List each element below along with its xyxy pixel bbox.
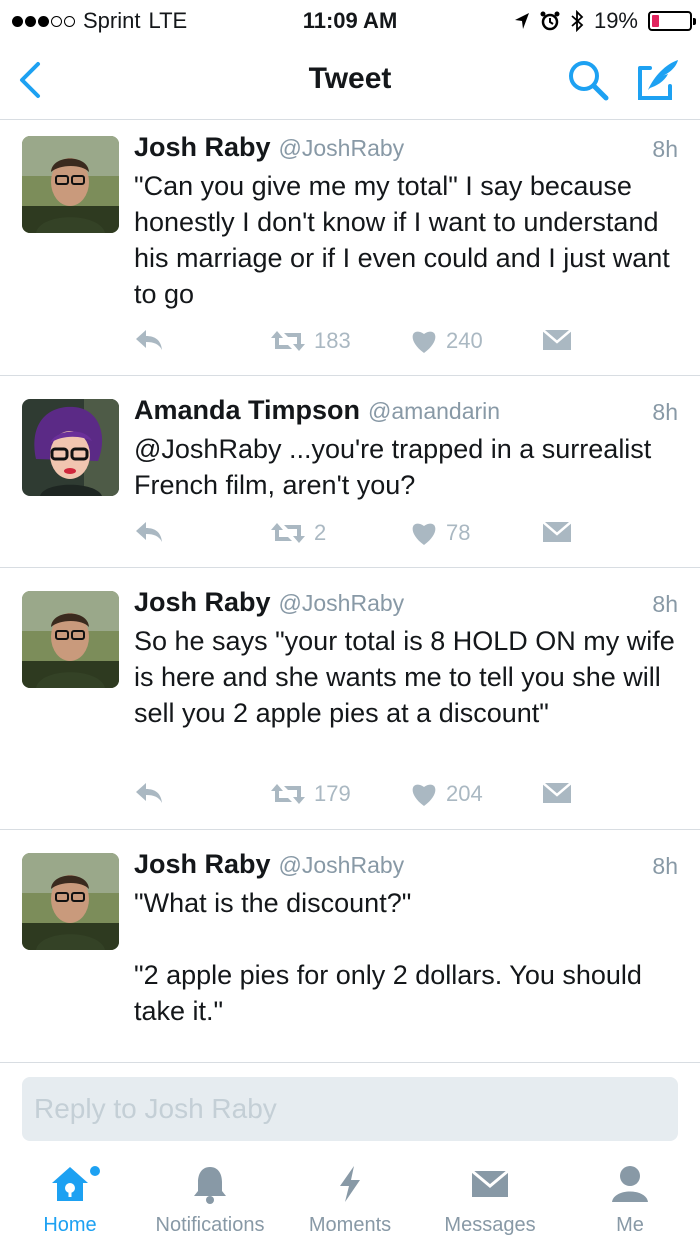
tweet-header: Josh Raby @JoshRaby 8h — [134, 587, 678, 623]
reply-input[interactable] — [22, 1077, 678, 1141]
location-icon — [514, 13, 529, 29]
avatar[interactable] — [22, 853, 119, 950]
tweet-header: Josh Raby @JoshRaby 8h — [134, 849, 678, 885]
new-content-dot — [90, 1166, 100, 1176]
author-name[interactable]: Josh Raby — [134, 132, 271, 162]
tweet-timestamp: 8h — [652, 399, 678, 425]
reply-icon — [136, 522, 162, 542]
author-name[interactable]: Josh Raby — [134, 587, 271, 617]
reply-button[interactable] — [134, 328, 164, 352]
tab-label: Moments — [308, 1214, 392, 1236]
like-count: 204 — [446, 781, 483, 806]
tweet-text: So he says "your total is 8 HOLD ON my w… — [134, 626, 683, 728]
tweet-text: "What is the discount?" "2 apple pies fo… — [134, 888, 642, 1026]
tab-bar: Home Notifications Moments Messages Me — [0, 1152, 700, 1245]
envelope-icon — [542, 521, 572, 542]
heart-icon — [412, 523, 436, 545]
tweet-timestamp: 8h — [652, 136, 678, 162]
envelope-icon — [471, 1169, 509, 1197]
author-name[interactable]: Josh Raby — [134, 849, 271, 879]
tab-label: Messages — [444, 1214, 536, 1236]
retweet-button[interactable]: 2 — [270, 520, 326, 546]
avatar[interactable] — [22, 591, 119, 688]
status-icons: 19% — [514, 8, 696, 34]
direct-message-button[interactable] — [542, 781, 572, 805]
tweet-text: "Can you give me my total" I say because… — [134, 171, 678, 309]
avatar-josh-image — [22, 853, 119, 950]
avatar[interactable] — [22, 136, 119, 233]
tab-notifications[interactable]: Notifications — [140, 1152, 280, 1245]
tab-messages[interactable]: Messages — [420, 1152, 560, 1245]
like-button[interactable]: 240 — [410, 328, 483, 354]
lightning-icon — [340, 1166, 360, 1202]
reply-bar — [0, 1062, 700, 1152]
tab-home[interactable]: Home — [0, 1152, 140, 1245]
direct-message-button[interactable] — [542, 328, 572, 352]
avatar-amanda-image — [22, 399, 119, 496]
tweet-header: Josh Raby @JoshRaby 8h — [134, 132, 678, 168]
author-handle[interactable]: @JoshRaby — [279, 852, 405, 878]
alarm-icon — [540, 11, 560, 31]
reply-icon — [136, 783, 162, 803]
bluetooth-icon — [571, 10, 584, 32]
nav-bar: Tweet — [0, 40, 700, 120]
retweet-count: 183 — [314, 328, 351, 353]
tweet-item[interactable]: Josh Raby @JoshRaby 8h So he says "your t… — [0, 569, 700, 830]
tweet-timestamp: 8h — [652, 853, 678, 879]
avatar-josh-image — [22, 591, 119, 688]
tweet-actions: 179 204 — [134, 781, 678, 811]
retweet-icon — [271, 523, 305, 543]
tab-moments[interactable]: Moments — [280, 1152, 420, 1245]
tweet-actions: 183 240 — [134, 328, 678, 358]
bell-icon — [194, 1167, 226, 1204]
tweet-timestamp: 8h — [652, 591, 678, 617]
retweet-icon — [271, 331, 305, 351]
avatar[interactable] — [22, 399, 119, 496]
compose-tweet-icon[interactable] — [636, 56, 682, 102]
tab-label: Home — [43, 1214, 97, 1236]
author-handle[interactable]: @amandarin — [368, 398, 500, 424]
avatar-josh-image — [22, 136, 119, 233]
retweet-count: 179 — [314, 781, 351, 806]
like-button[interactable]: 204 — [410, 781, 483, 807]
heart-icon — [412, 784, 436, 806]
tweet-actions: 2 78 — [134, 520, 678, 550]
tab-label: Me — [616, 1214, 644, 1236]
battery-icon — [648, 11, 696, 31]
author-handle[interactable]: @JoshRaby — [279, 135, 405, 161]
envelope-icon — [542, 782, 572, 803]
retweet-count: 2 — [314, 520, 327, 545]
author-handle[interactable]: @JoshRaby — [279, 590, 405, 616]
tweet-text: @JoshRaby ...you're trapped in a surreal… — [134, 434, 659, 500]
person-icon — [612, 1166, 648, 1202]
tab-label: Notifications — [155, 1214, 265, 1236]
retweet-button[interactable]: 179 — [270, 781, 351, 807]
battery-percent: 19% — [593, 8, 638, 33]
reply-icon — [136, 330, 162, 350]
tweet-item[interactable]: Josh Raby @JoshRaby 8h "Can you give me m… — [0, 120, 700, 376]
like-count: 240 — [446, 328, 483, 353]
search-icon[interactable] — [566, 58, 610, 102]
tweet-header: Amanda Timpson @amandarin 8h — [134, 395, 678, 431]
author-name[interactable]: Amanda Timpson — [134, 395, 360, 425]
tab-me[interactable]: Me — [560, 1152, 700, 1245]
reply-button[interactable] — [134, 520, 164, 544]
retweet-icon — [271, 784, 305, 804]
tweet-item[interactable]: Josh Raby @JoshRaby 8h "What is the disco… — [0, 831, 700, 1062]
heart-icon — [412, 331, 436, 353]
retweet-button[interactable]: 183 — [270, 328, 351, 354]
status-bar: Sprint LTE 11:09 AM 19% — [0, 0, 700, 40]
envelope-icon — [542, 329, 572, 350]
like-button[interactable]: 78 — [410, 520, 470, 546]
home-icon — [52, 1167, 88, 1201]
direct-message-button[interactable] — [542, 520, 572, 544]
like-count: 78 — [446, 520, 471, 545]
reply-button[interactable] — [134, 781, 164, 805]
tweet-item[interactable]: Amanda Timpson @amandarin 8h @JoshRaby ..… — [0, 377, 700, 568]
